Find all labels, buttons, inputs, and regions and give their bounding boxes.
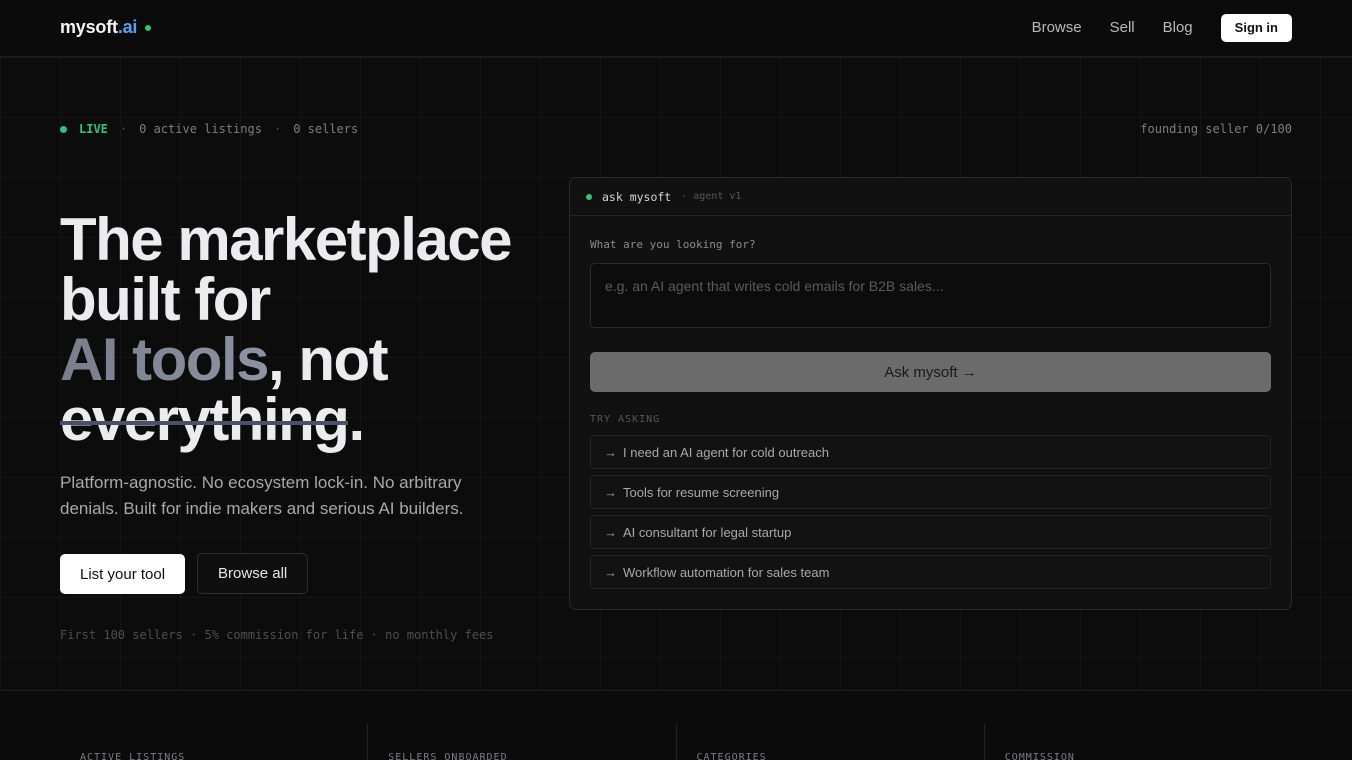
arrow-right-icon: → bbox=[604, 524, 617, 540]
stat-sellers-onboarded: SELLERS ONBOARDED bbox=[367, 724, 675, 760]
stat-categories: CATEGORIES bbox=[675, 724, 984, 760]
logo-status-dot bbox=[145, 25, 152, 31]
suggestion-text: I need an AI agent for cold outreach bbox=[623, 444, 829, 460]
live-status-bar: LIVE · 0 active listings · 0 sellers bbox=[60, 122, 358, 136]
headline-period: . bbox=[348, 386, 365, 453]
stat-commission: COMMISSION bbox=[983, 724, 1292, 760]
question-label: What are you looking for? bbox=[590, 238, 756, 251]
suggestion-text: AI consultant for legal startup bbox=[623, 524, 792, 540]
headline-struck-word: everything bbox=[60, 386, 350, 453]
suggestion-list: → I need an AI agent for cold outreach →… bbox=[590, 435, 1271, 589]
logo-text: mysoft bbox=[60, 17, 118, 37]
ask-agent-panel: ask mysoft · agent v1 What are you looki… bbox=[569, 177, 1292, 610]
stat-label: CATEGORIES bbox=[696, 752, 767, 760]
arrow-right-icon: → bbox=[604, 484, 617, 500]
try-asking-label: TRY ASKING bbox=[590, 414, 661, 425]
arrow-right-icon: → bbox=[604, 444, 617, 460]
agent-title: ask mysoft bbox=[602, 189, 672, 204]
logo-accent-text: .ai bbox=[117, 17, 138, 37]
top-navigation-bar: mysoft .ai Browse Sell Blog Sign in bbox=[0, 0, 1352, 57]
headline-line-1: The marketplace bbox=[60, 206, 513, 273]
agent-panel-header: ask mysoft · agent v1 bbox=[570, 178, 1291, 216]
hero-subtext: Platform-agnostic. No ecosystem lock-in.… bbox=[60, 473, 464, 518]
suggestion-resume-screening[interactable]: → Tools for resume screening bbox=[590, 475, 1271, 509]
site-logo[interactable]: mysoft .ai bbox=[60, 17, 152, 38]
live-label: LIVE bbox=[79, 122, 108, 136]
ask-mysoft-button[interactable]: Ask mysoft → bbox=[590, 352, 1271, 392]
hero-headline: The marketplace built for AI tools, not … bbox=[60, 210, 580, 450]
hero-cta-row: List your tool Browse all bbox=[60, 553, 309, 594]
nav-link-browse[interactable]: Browse bbox=[1032, 14, 1082, 42]
headline-line-2: built for bbox=[60, 266, 271, 333]
headline-not: , not bbox=[268, 326, 389, 393]
list-your-tool-button[interactable]: List your tool bbox=[60, 554, 186, 594]
suggestion-text: Tools for resume screening bbox=[623, 484, 780, 500]
main-nav: Browse Sell Blog Sign in bbox=[1032, 14, 1292, 42]
sellers-count: 0 sellers bbox=[293, 122, 359, 136]
agent-query-input[interactable] bbox=[590, 263, 1271, 328]
arrow-right-icon: → bbox=[604, 564, 617, 580]
nav-link-blog[interactable]: Blog bbox=[1163, 14, 1193, 42]
live-indicator-dot bbox=[60, 125, 67, 133]
browse-all-button[interactable]: Browse all bbox=[197, 553, 309, 594]
seller-offer-note: First 100 sellers · 5% commission for li… bbox=[60, 628, 494, 642]
founding-seller-counter: founding seller 0/100 bbox=[1140, 122, 1292, 136]
stat-label: ACTIVE LISTINGS bbox=[80, 752, 186, 760]
suggestion-workflow-automation[interactable]: → Workflow automation for sales team bbox=[590, 555, 1271, 589]
separator: · bbox=[273, 122, 282, 136]
stat-label: SELLERS ONBOARDED bbox=[388, 752, 508, 760]
sign-in-button[interactable]: Sign in bbox=[1220, 14, 1292, 42]
agent-status-dot bbox=[586, 193, 592, 200]
agent-version: · agent v1 bbox=[681, 191, 742, 202]
stat-label: COMMISSION bbox=[1004, 752, 1075, 760]
headline-highlight: AI tools bbox=[60, 326, 270, 393]
separator: · bbox=[119, 122, 128, 136]
stats-row: ACTIVE LISTINGS SELLERS ONBOARDED CATEGO… bbox=[60, 724, 1292, 760]
suggestion-cold-outreach[interactable]: → I need an AI agent for cold outreach bbox=[590, 435, 1271, 469]
nav-link-sell[interactable]: Sell bbox=[1110, 14, 1135, 42]
active-listings-count: 0 active listings bbox=[139, 122, 262, 136]
suggestion-legal-consultant[interactable]: → AI consultant for legal startup bbox=[590, 515, 1271, 549]
suggestion-text: Workflow automation for sales team bbox=[623, 564, 830, 580]
stat-active-listings: ACTIVE LISTINGS bbox=[60, 724, 367, 760]
